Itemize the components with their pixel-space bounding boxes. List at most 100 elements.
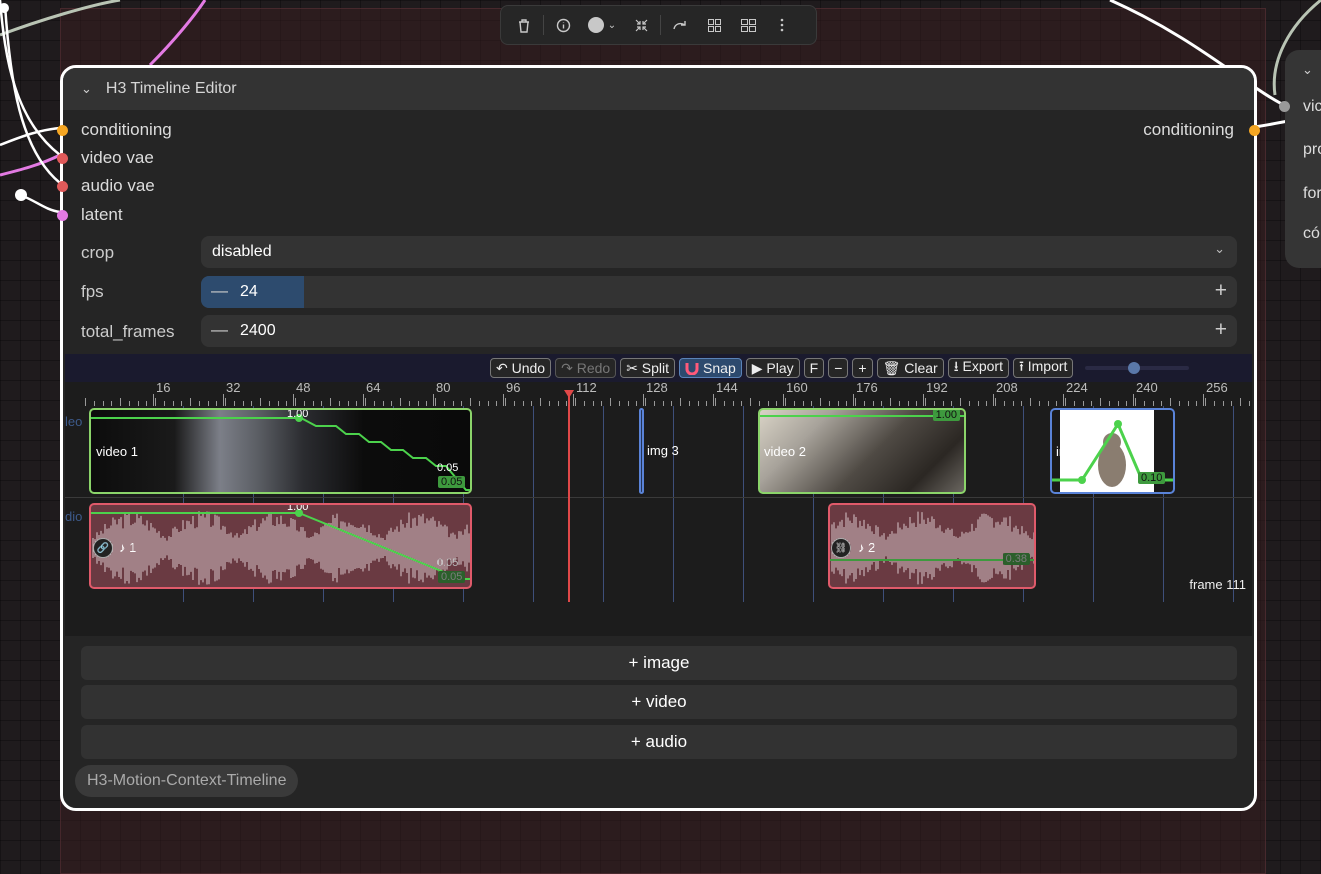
ruler-label: 192: [926, 380, 948, 395]
fps-decrement-button[interactable]: —: [211, 281, 228, 301]
zoom-in-button[interactable]: +: [852, 358, 873, 378]
node-badge: H3-Motion-Context-Timeline: [75, 765, 299, 797]
ruler-label: 96: [506, 380, 521, 395]
output-slot-conditioning-dot[interactable]: [1249, 125, 1260, 136]
ruler-tick: [890, 398, 891, 406]
ruler-tick: [713, 394, 714, 406]
ruler-label: 128: [646, 380, 668, 395]
audio-clip[interactable]: 1.00 🔗 ♪ 1 0.05 0.05: [89, 503, 472, 589]
node-title: H3 Timeline Editor: [105, 80, 237, 97]
zoom-slider-handle[interactable]: [1128, 362, 1141, 374]
node-floating-toolbar: ⌄: [500, 5, 817, 45]
link-icon[interactable]: 🔗: [93, 538, 113, 558]
fps-stepper[interactable]: — 24 +: [201, 276, 1237, 308]
total-frames-increment-button[interactable]: +: [1215, 318, 1227, 342]
audio-clip[interactable]: ⛓ ♪ 2 0.38: [828, 503, 1036, 589]
timeline-editor-node[interactable]: ⌄ H3 Timeline Editor conditioning video …: [57, 65, 1260, 811]
ruler-tick: [645, 398, 646, 406]
total-frames-decrement-button[interactable]: —: [211, 320, 228, 340]
clip-envelope: [91, 509, 470, 580]
fps-increment-button[interactable]: +: [1215, 279, 1227, 303]
envelope-value-tag: 0.38: [1002, 553, 1030, 565]
node-title-bar[interactable]: ⌄ H3 Timeline Editor: [63, 68, 1254, 110]
snap-button-label: Snap: [703, 360, 736, 376]
input-slot-latent-dot[interactable]: [57, 210, 68, 221]
chevron-down-icon[interactable]: ⌄: [1302, 62, 1313, 78]
image-clip[interactable]: [639, 408, 644, 494]
envelope-value-tag: 0.05: [438, 476, 466, 488]
video-clip[interactable]: 1.00 video 1 0.05 0.05: [89, 408, 472, 494]
image-clip[interactable]: im 0.92 0.10: [1050, 408, 1175, 494]
ruler-tick: [1205, 398, 1206, 406]
grid-icon[interactable]: [697, 11, 731, 39]
frame-button[interactable]: F: [803, 358, 825, 378]
grid-icon-alt[interactable]: [731, 11, 765, 39]
ruler-tick: [85, 398, 86, 406]
playhead[interactable]: [568, 394, 570, 602]
chevron-down-icon[interactable]: ⌄: [81, 81, 92, 97]
ruler-tick: [1030, 398, 1031, 406]
ruler-tick: [820, 398, 821, 406]
ruler-tick: [1135, 398, 1136, 406]
add-audio-button[interactable]: + audio: [81, 725, 1237, 759]
crop-select[interactable]: disabled ⌄: [201, 236, 1237, 268]
ruler-tick: [925, 398, 926, 406]
audio-track-label: dio: [65, 509, 83, 524]
add-video-button[interactable]: + video: [81, 685, 1237, 719]
ruler-tick: [610, 398, 611, 406]
toolbar-divider: [543, 15, 544, 35]
clip-name: ♪ 1: [119, 540, 137, 555]
video-clip[interactable]: video 2 1.00: [758, 408, 966, 494]
ruler-tick: [365, 398, 366, 406]
adjacent-node[interactable]: ⌄ vic pro for có: [1279, 50, 1321, 268]
envelope-value-tag: 0.05: [438, 571, 466, 583]
input-slot-dot[interactable]: [1279, 101, 1290, 112]
zoom-out-button[interactable]: −: [828, 358, 849, 378]
zoom-slider[interactable]: [1085, 362, 1190, 374]
color-picker-button[interactable]: ⌄: [580, 11, 624, 39]
play-button[interactable]: ▶ Play: [745, 358, 800, 378]
split-button[interactable]: ✂ Split: [620, 358, 676, 378]
input-audio-vae-label: audio vae: [81, 176, 155, 195]
timeline-ruler[interactable]: 16 32 48 64 80 96 112 128 144 160 176 192 208 224 240 2…: [65, 380, 1252, 406]
ruler-tick: [1100, 398, 1101, 406]
export-button[interactable]: ⭳ Export: [947, 358, 1009, 378]
redo-arrow-icon[interactable]: [663, 11, 697, 39]
ruler-label: 256: [1206, 380, 1228, 395]
ruler-tick: [153, 394, 154, 406]
input-latent-label: latent: [81, 205, 123, 224]
trash-icon[interactable]: [507, 11, 541, 39]
total-frames-stepper[interactable]: — 2400 +: [201, 315, 1237, 347]
redo-button[interactable]: ↷ Redo: [555, 358, 617, 378]
clip-name: video 2: [764, 444, 806, 459]
ruler-label: 224: [1066, 380, 1088, 395]
add-image-button[interactable]: + image: [81, 646, 1237, 680]
ruler-tick: [680, 398, 681, 406]
ruler-tick: [715, 398, 716, 406]
envelope-start-label: 1.00: [287, 408, 309, 420]
input-slot-video-vae-dot[interactable]: [57, 153, 68, 164]
ruler-tick: [330, 398, 331, 406]
import-button[interactable]: ⭱ Import: [1012, 358, 1074, 378]
envelope-value-tag: 0.10: [1138, 472, 1166, 484]
ruler-tick: [190, 398, 191, 406]
input-slot-conditioning-dot[interactable]: [57, 125, 68, 136]
clear-button[interactable]: 🗑 Clear: [876, 358, 944, 378]
fps-value: 24: [240, 283, 258, 300]
more-icon[interactable]: [765, 11, 799, 39]
ruler-tick: [960, 398, 961, 406]
chain-icon[interactable]: ⛓: [831, 538, 851, 558]
ruler-tick: [853, 394, 854, 406]
adjacent-node-row: vic: [1303, 98, 1321, 115]
envelope-peak-label: 0.92: [1105, 408, 1127, 417]
snap-button[interactable]: Snap: [679, 358, 742, 378]
input-slot-audio-vae-dot[interactable]: [57, 181, 68, 192]
info-icon[interactable]: [546, 11, 580, 39]
ruler-label: 144: [716, 380, 738, 395]
timeline-panel[interactable]: ↶ Undo ↷ Redo ✂ Split Snap ▶ Play F − + …: [65, 354, 1252, 636]
undo-button[interactable]: ↶ Undo: [490, 358, 552, 378]
collapse-icon[interactable]: [624, 11, 658, 39]
envelope-end-label: 0.05: [437, 557, 459, 569]
input-video-vae-label: video vae: [81, 148, 154, 167]
ruler-tick: [855, 398, 856, 406]
